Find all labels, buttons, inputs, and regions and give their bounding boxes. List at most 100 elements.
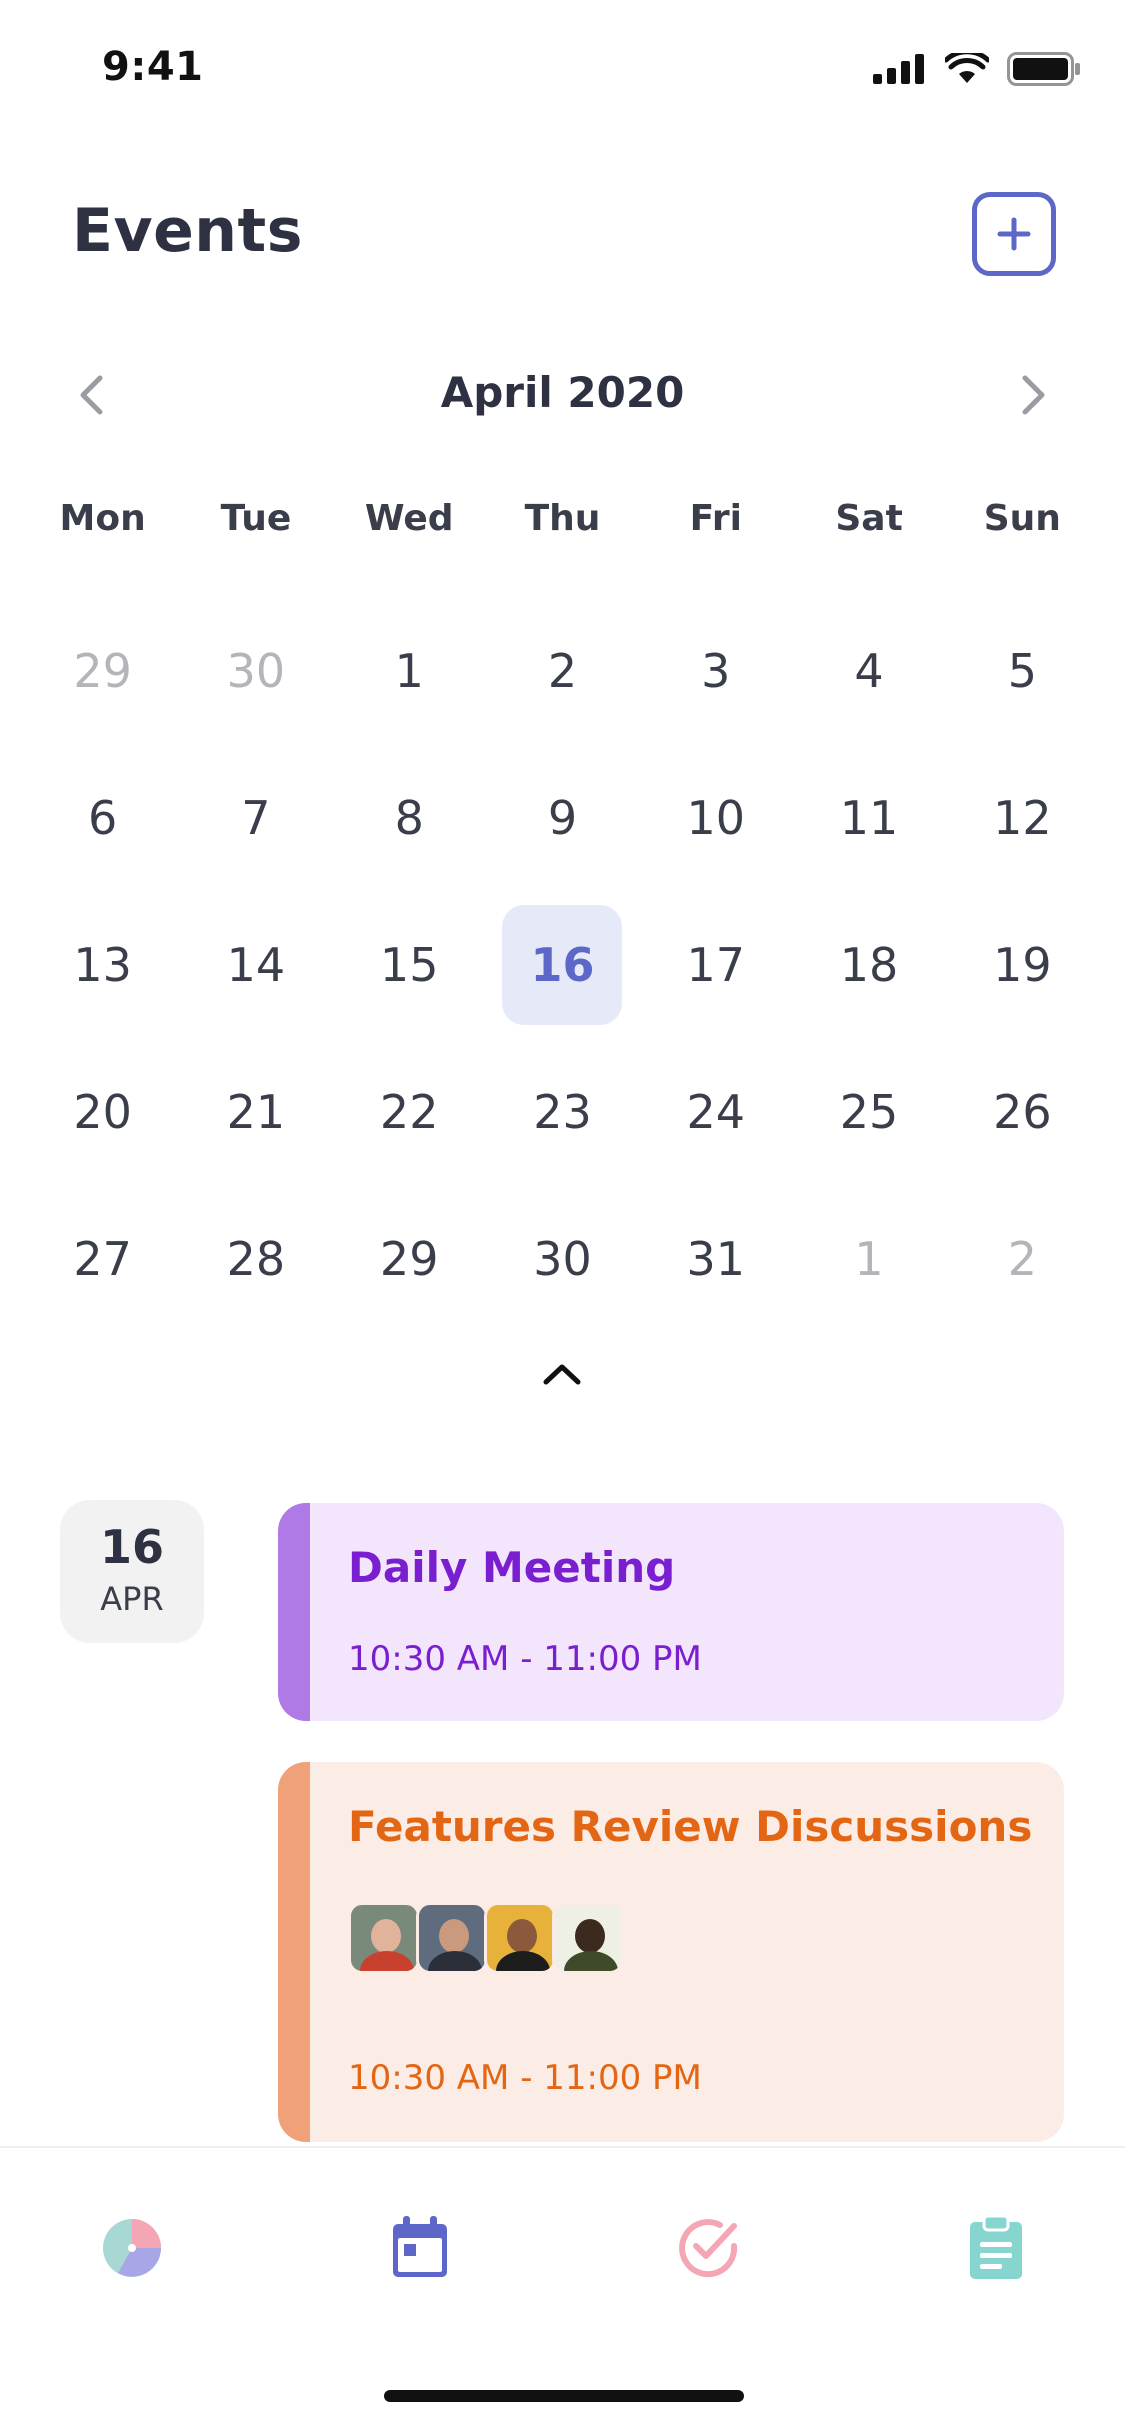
calendar-day[interactable]: 17 — [639, 891, 792, 1038]
month-label: April 2020 — [440, 368, 685, 417]
calendar-day-number: 27 — [73, 1231, 132, 1286]
event-accent-bar — [278, 1762, 310, 2142]
calendar-day-number: 1 — [854, 1231, 884, 1286]
cellular-signal-icon — [873, 54, 924, 84]
calendar-day-number: 18 — [839, 937, 899, 992]
calendar-day[interactable]: 3 — [639, 597, 792, 744]
calendar-day-number: 7 — [241, 790, 271, 845]
calendar-day[interactable]: 24 — [639, 1038, 792, 1185]
weekday-label: Wed — [364, 498, 454, 539]
calendar-day-number: 30 — [533, 1231, 592, 1286]
weekday-label: Sun — [983, 498, 1061, 539]
check-circle-icon — [679, 2219, 738, 2278]
calendar-day[interactable]: 22 — [333, 1038, 486, 1185]
calendar-day[interactable]: 1 — [792, 1185, 945, 1332]
calendar-day-number: 22 — [379, 1084, 439, 1139]
calendar-day-number: 3 — [701, 643, 731, 698]
calendar-day-number: 2 — [547, 643, 578, 698]
calendar-day-number: 5 — [1007, 643, 1037, 698]
weekday-header-row: Mon Tue Wed Thu Fri Sat Sun — [26, 498, 1099, 539]
calendar-day-number: 2 — [1007, 1231, 1037, 1286]
calendar-day[interactable]: 18 — [792, 891, 945, 1038]
add-event-button[interactable] — [972, 192, 1056, 276]
status-time: 9:41 — [102, 44, 204, 90]
calendar-day[interactable]: 10 — [639, 744, 792, 891]
calendar-day[interactable]: 12 — [946, 744, 1099, 891]
calendar-day[interactable]: 6 — [26, 744, 179, 891]
avatar — [416, 1902, 488, 1974]
calendar-icon — [393, 2216, 447, 2277]
calendar-day[interactable]: 20 — [26, 1038, 179, 1185]
calendar-day[interactable]: 28 — [179, 1185, 332, 1332]
event-date-month: APR — [100, 1580, 164, 1618]
status-icons — [873, 52, 1081, 86]
calendar-day[interactable]: 29 — [333, 1185, 486, 1332]
calendar-day[interactable]: 29 — [26, 597, 179, 744]
calendar-day[interactable]: 30 — [486, 1185, 639, 1332]
calendar-day[interactable]: 4 — [792, 597, 945, 744]
calendar-day[interactable]: 15 — [333, 891, 486, 1038]
event-title: Features Review Discussions — [348, 1802, 1033, 1851]
calendar-day[interactable]: 7 — [179, 744, 332, 891]
calendar-day[interactable]: 25 — [792, 1038, 945, 1185]
calendar-day-number: 19 — [993, 937, 1052, 992]
battery-icon — [1007, 52, 1080, 86]
calendar-day[interactable]: 14 — [179, 891, 332, 1038]
event-accent-bar — [278, 1503, 310, 1721]
calendar-day-number: 4 — [854, 643, 884, 698]
event-time: 10:30 AM - 11:00 PM — [348, 2058, 702, 2098]
attendee-avatars — [348, 1902, 624, 1974]
calendar-day-number: 29 — [379, 1231, 439, 1286]
page-title: Events — [72, 196, 303, 266]
calendar-day-number: 23 — [533, 1084, 592, 1139]
calendar-day-number: 25 — [839, 1084, 899, 1139]
pie-chart-icon — [103, 2219, 161, 2277]
tab-tasks[interactable] — [672, 2212, 744, 2284]
avatar — [484, 1902, 556, 1974]
calendar-day-number: 13 — [73, 937, 132, 992]
calendar-day[interactable]: 19 — [946, 891, 1099, 1038]
tab-dashboard[interactable] — [96, 2212, 168, 2284]
calendar-day-number: 10 — [686, 790, 746, 845]
avatar — [552, 1902, 624, 1974]
calendar-day[interactable]: 5 — [946, 597, 1099, 744]
calendar-day-number: 24 — [686, 1084, 746, 1139]
calendar-day-number: 31 — [686, 1231, 746, 1286]
calendar-day[interactable]: 21 — [179, 1038, 332, 1185]
calendar-day[interactable]: 13 — [26, 891, 179, 1038]
event-date-badge: 16 APR — [60, 1500, 204, 1643]
chevron-right-icon — [1022, 375, 1045, 415]
calendar-day[interactable]: 31 — [639, 1185, 792, 1332]
calendar-day[interactable]: 1 — [333, 597, 486, 744]
weekday-label: Tue — [220, 498, 292, 539]
calendar-day[interactable]: 2 — [946, 1185, 1099, 1332]
calendar-day[interactable]: 2 — [486, 597, 639, 744]
tab-calendar[interactable] — [384, 2212, 456, 2284]
status-bar: 9:41 — [0, 0, 1125, 140]
avatar — [348, 1902, 420, 1974]
calendar-day-number: 16 — [530, 937, 595, 992]
calendar-day-number: 28 — [226, 1231, 286, 1286]
plus-icon — [997, 217, 1031, 251]
next-month-button[interactable] — [1009, 370, 1059, 420]
event-card-features-review[interactable]: Features Review Discussions 10:30 AM - 1… — [278, 1762, 1064, 2142]
calendar-day[interactable]: 30 — [179, 597, 332, 744]
tab-notes[interactable] — [960, 2212, 1032, 2284]
calendar-day-number: 12 — [993, 790, 1052, 845]
calendar-day[interactable]: 9 — [486, 744, 639, 891]
calendar-day[interactable]: 27 — [26, 1185, 179, 1332]
calendar-grid: 29 30 1 2 3 4 5 6 7 8 9 10 11 12 13 14 15 16 17 18 19 20 21 22 2… — [26, 597, 1099, 1332]
calendar-day-number: 30 — [226, 643, 286, 698]
calendar-day-selected[interactable]: 16 — [486, 891, 639, 1038]
weekday-label: Sat — [835, 498, 903, 539]
calendar-day[interactable]: 8 — [333, 744, 486, 891]
calendar-day[interactable]: 26 — [946, 1038, 1099, 1185]
wifi-icon — [945, 53, 989, 83]
calendar-day-number: 1 — [394, 643, 424, 698]
weekday-label: Mon — [59, 498, 146, 539]
calendar-day[interactable]: 23 — [486, 1038, 639, 1185]
event-card-daily-meeting[interactable]: Daily Meeting 10:30 AM - 11:00 PM — [278, 1503, 1064, 1721]
calendar-day-number: 11 — [839, 790, 899, 845]
collapse-calendar-button[interactable] — [540, 1356, 584, 1392]
calendar-day[interactable]: 11 — [792, 744, 945, 891]
